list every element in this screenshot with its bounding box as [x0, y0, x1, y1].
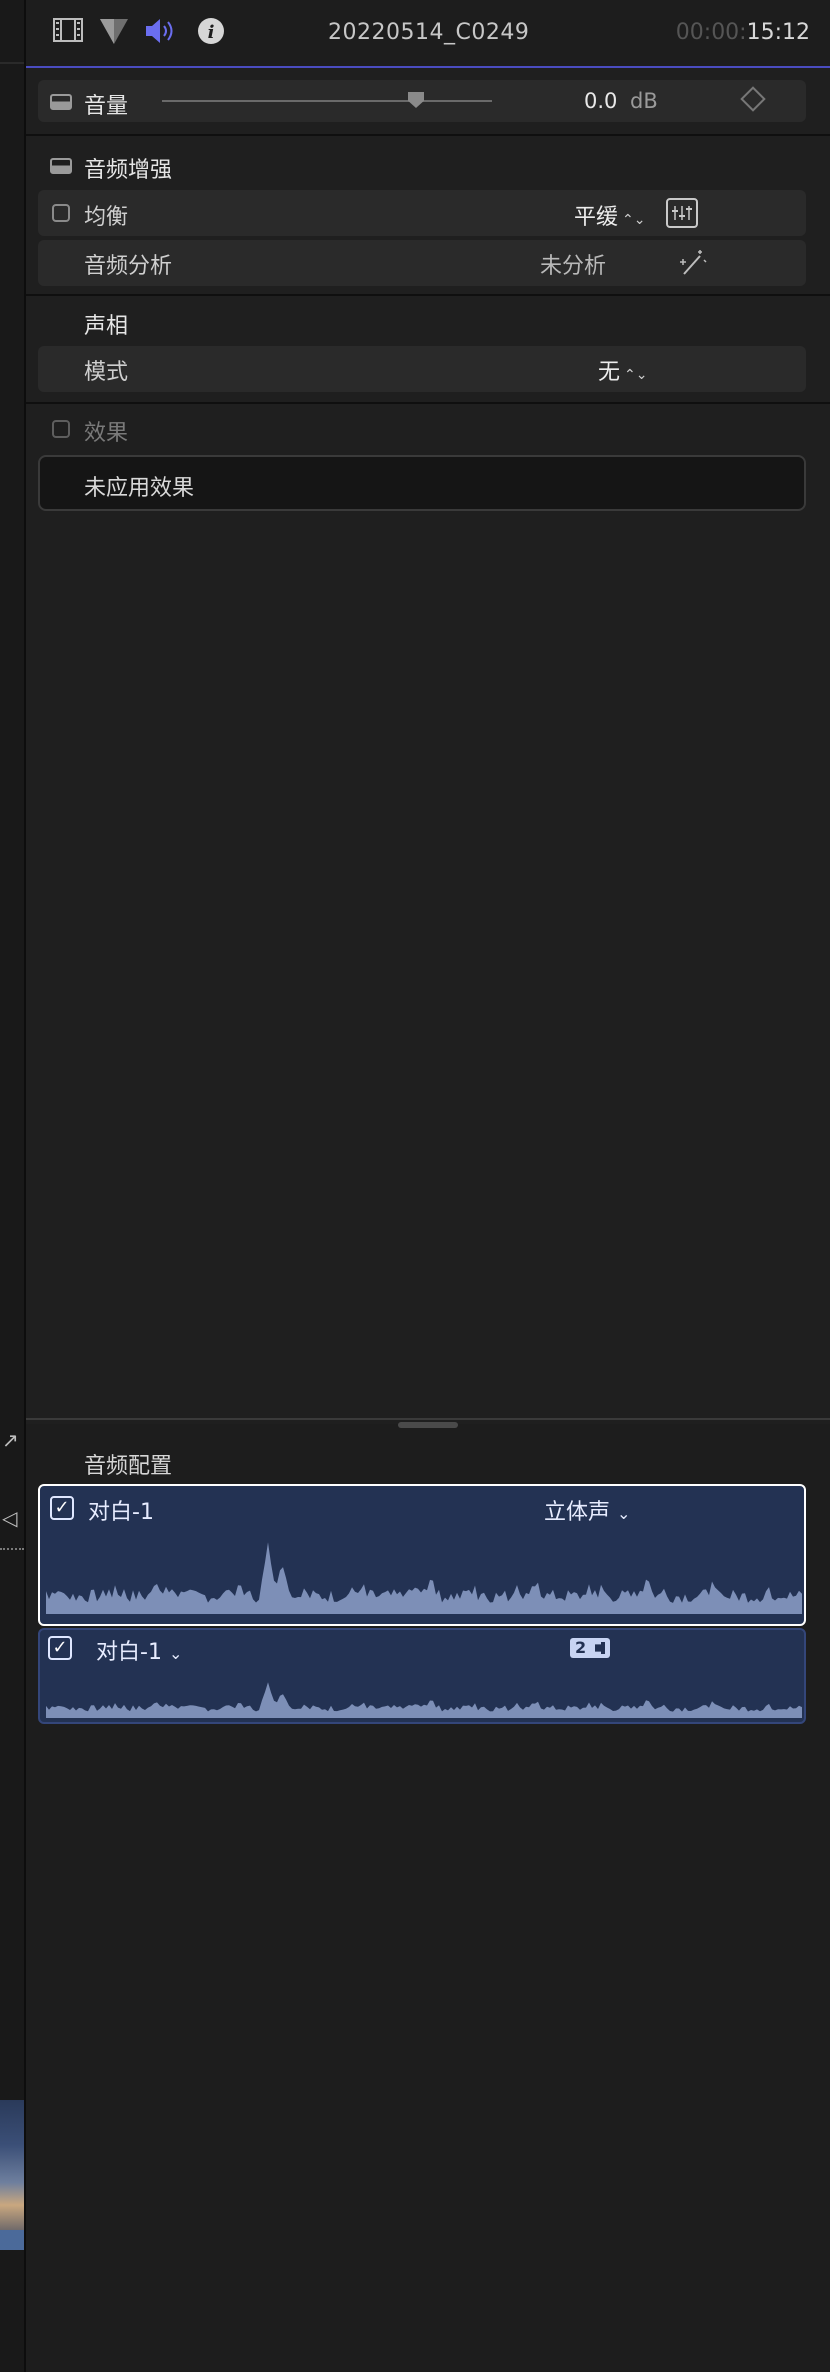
clip-name: 对白-1 [96, 1640, 162, 1665]
timecode-leading: 00:00: [675, 20, 747, 45]
channel-badge-count: 2 [575, 1638, 587, 1657]
clip-waveform [46, 1682, 802, 1718]
section-divider [26, 294, 830, 296]
left-edge-speaker-icon: ◁ [2, 1506, 18, 1530]
enhance-enable-icon[interactable] [50, 158, 72, 174]
eq-value: 平缓 [574, 205, 619, 230]
left-edge-arrow-icon: ↗ [2, 1428, 19, 1452]
effects-empty-text: 未应用效果 [84, 476, 195, 501]
speaker-icon[interactable] [144, 16, 178, 50]
audio-config-title: 音频配置 [84, 1454, 173, 1479]
info-icon[interactable]: i [196, 16, 226, 50]
pan-mode-stepper-icon: ⌃⌄ [624, 367, 648, 383]
pan-mode-popup[interactable]: 无 ⌃⌄ [598, 354, 647, 386]
eq-popup[interactable]: 平缓 ⌃⌄ [574, 199, 645, 231]
audio-clip-stereo[interactable]: ✓ 对白-1 立体声 ⌄ [38, 1484, 806, 1626]
volume-value[interactable]: 0.0 [584, 89, 617, 113]
eq-stepper-icon: ⌃⌄ [622, 212, 646, 228]
chevron-down-icon: ⌄ [168, 1644, 183, 1663]
left-edge-divider [0, 62, 24, 64]
color-triangle-icon[interactable] [98, 16, 130, 50]
audio-clip-channel[interactable]: ✓ 对白-1 ⌄ 2 [38, 1628, 806, 1724]
left-panel-edge: ↗ ◁ [0, 0, 26, 2372]
pan-mode-row [38, 346, 806, 392]
analysis-value: 未分析 [540, 254, 607, 279]
inspector-header: i 20220514_C0249 00:00:15:12 [26, 0, 830, 68]
eq-checkbox[interactable] [52, 204, 70, 222]
section-divider [26, 402, 830, 404]
left-edge-clip-waveform [0, 2230, 24, 2250]
channel-value: 立体声 [544, 1500, 611, 1525]
splitter-handle[interactable] [398, 1422, 458, 1428]
channel-popup[interactable]: 立体声 ⌄ [544, 1494, 630, 1526]
section-divider [26, 134, 830, 136]
pan-mode-value: 无 [598, 360, 621, 385]
clip-checkbox[interactable]: ✓ [50, 1496, 74, 1520]
eq-settings-icon[interactable] [666, 198, 698, 232]
pan-title: 声相 [84, 314, 129, 339]
svg-text:i: i [208, 22, 215, 43]
enhance-title: 音频增强 [84, 158, 173, 183]
chevron-down-icon: ⌄ [617, 1504, 631, 1523]
clip-name: 对白-1 [88, 1500, 154, 1525]
effects-checkbox[interactable] [52, 420, 70, 438]
left-edge-clip-thumbnail [0, 2100, 24, 2250]
effects-label: 效果 [84, 421, 129, 446]
volume-slider[interactable] [162, 100, 492, 102]
volume-unit: dB [630, 89, 658, 113]
clip-waveform [46, 1542, 802, 1614]
timecode-value: 15:12 [746, 20, 810, 45]
effects-list: 未应用效果 [38, 455, 806, 511]
timecode: 00:00:15:12 [676, 20, 810, 45]
clip-name-popup[interactable]: 对白-1 ⌄ [96, 1634, 182, 1666]
video-camera-icon [595, 1642, 605, 1654]
pan-mode-label: 模式 [84, 360, 129, 385]
eq-label: 均衡 [84, 205, 129, 230]
channel-badge: 2 [570, 1638, 610, 1658]
clip-title: 20220514_C0249 [328, 20, 530, 45]
film-icon[interactable] [52, 16, 84, 48]
analysis-label: 音频分析 [84, 254, 173, 279]
magic-wand-icon[interactable] [676, 248, 708, 282]
volume-enable-icon[interactable] [50, 94, 72, 110]
panel-splitter[interactable] [26, 1418, 830, 1420]
left-edge-dotted-line [0, 1548, 24, 1550]
volume-label: 音量 [84, 94, 129, 119]
clip-checkbox[interactable]: ✓ [48, 1636, 72, 1660]
